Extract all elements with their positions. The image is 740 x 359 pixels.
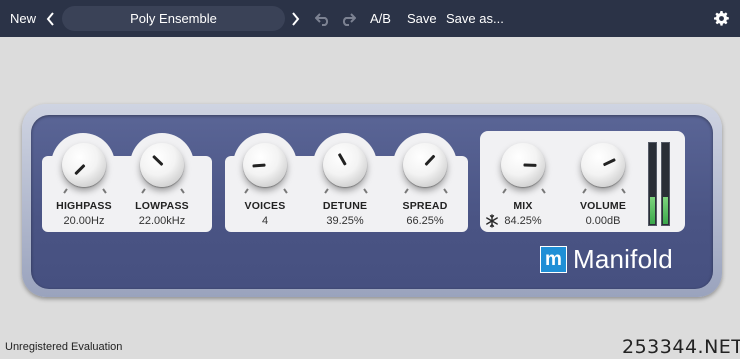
- level-meter-left-fill: [650, 196, 655, 224]
- top-toolbar: New Poly Ensemble A/B Save Save as...: [0, 0, 740, 37]
- chevron-right-icon: [292, 12, 300, 26]
- ab-compare-button[interactable]: A/B: [370, 0, 391, 37]
- spread-label: SPREAD: [402, 200, 448, 212]
- level-meter-right: [661, 142, 670, 226]
- level-meter-left: [648, 142, 657, 226]
- detune-value: 39.25%: [326, 215, 364, 227]
- undo-icon: [315, 13, 329, 26]
- level-meter-right-fill: [663, 196, 668, 224]
- lowpass-label: LOWPASS: [135, 200, 189, 212]
- spread-knob[interactable]: [403, 143, 447, 187]
- watermark-text: 253344.NET: [622, 336, 740, 358]
- previous-preset-button[interactable]: [46, 0, 56, 37]
- mix-label: MIX: [513, 200, 533, 212]
- mix-knob[interactable]: [501, 143, 545, 187]
- brand-name: Manifold: [573, 244, 673, 274]
- volume-knob[interactable]: [581, 143, 625, 187]
- undo-button[interactable]: [315, 0, 331, 37]
- volume-value: 0.00dB: [585, 215, 621, 227]
- status-text: Unregistered Evaluation: [5, 341, 123, 353]
- save-button[interactable]: Save: [407, 0, 437, 37]
- detune-label: DETUNE: [322, 200, 368, 212]
- highpass-label: HIGHPASS: [56, 200, 112, 212]
- voices-label: VOICES: [244, 200, 286, 212]
- redo-button[interactable]: [340, 0, 356, 37]
- new-button[interactable]: New: [10, 0, 36, 37]
- chevron-left-icon: [46, 12, 54, 26]
- lowpass-value: 22.00kHz: [138, 215, 186, 227]
- highpass-value: 20.00Hz: [63, 215, 105, 227]
- redo-icon: [342, 13, 356, 26]
- manifold-logo-icon: m: [540, 246, 567, 273]
- voices-value: 4: [261, 215, 269, 227]
- detune-knob[interactable]: [323, 143, 367, 187]
- gear-icon: [714, 11, 729, 26]
- settings-button[interactable]: [714, 0, 729, 37]
- voices-knob[interactable]: [243, 143, 287, 187]
- next-preset-button[interactable]: [290, 0, 300, 37]
- spread-value: 66.25%: [406, 215, 444, 227]
- snowflake-icon[interactable]: [485, 214, 499, 228]
- volume-label: VOLUME: [579, 200, 627, 212]
- lowpass-knob[interactable]: [140, 143, 184, 187]
- save-as-button[interactable]: Save as...: [446, 0, 504, 37]
- highpass-knob[interactable]: [62, 143, 106, 187]
- preset-name-field[interactable]: Poly Ensemble: [62, 6, 285, 31]
